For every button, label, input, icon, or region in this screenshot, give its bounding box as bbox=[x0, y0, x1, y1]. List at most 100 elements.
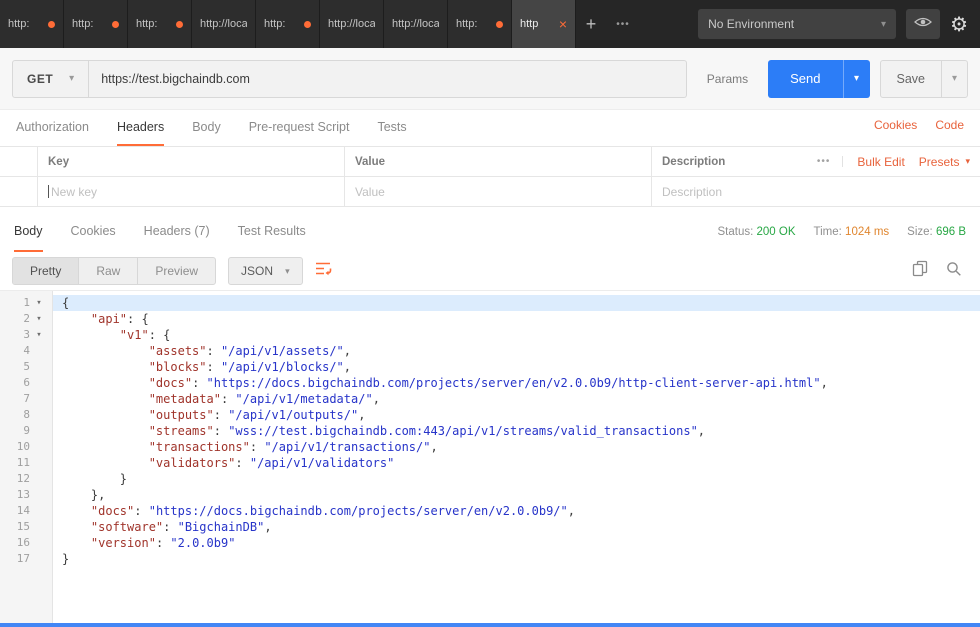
code-line[interactable]: 4 "assets": "/api/v1/assets/", bbox=[0, 343, 980, 359]
unsaved-dot-icon bbox=[496, 20, 503, 28]
response-tab-test-results[interactable]: Test Results bbox=[238, 212, 306, 252]
status-label: Status: bbox=[717, 226, 754, 238]
time-value: 1024 ms bbox=[845, 226, 890, 238]
line-gutter: 9 bbox=[0, 423, 53, 439]
send-group: Send ▾ bbox=[768, 59, 870, 98]
send-dropdown-button[interactable]: ▾ bbox=[842, 59, 870, 98]
json-punctuation: : { bbox=[127, 312, 149, 326]
request-tab[interactable]: http: bbox=[128, 0, 192, 48]
request-tab[interactable]: http://loca bbox=[192, 0, 256, 48]
new-key-placeholder: New key bbox=[51, 184, 98, 199]
code-line[interactable]: 9 "streams": "wss://test.bigchaindb.com:… bbox=[0, 423, 980, 439]
close-tab-icon[interactable]: × bbox=[559, 17, 567, 31]
json-punctuation: : bbox=[206, 360, 221, 374]
search-button[interactable] bbox=[946, 261, 962, 282]
description-column-header-cell: Description ••• Bulk Edit Presets ▾ bbox=[652, 147, 980, 176]
code-line[interactable]: 13 }, bbox=[0, 487, 980, 503]
view-mode-pretty[interactable]: Pretty bbox=[13, 258, 80, 284]
code-line[interactable]: 7 "metadata": "/api/v1/metadata/", bbox=[0, 391, 980, 407]
json-punctuation bbox=[62, 456, 149, 470]
save-button[interactable]: Save bbox=[881, 61, 942, 97]
request-tab[interactable]: http × bbox=[512, 0, 576, 48]
response-tab-headers-7[interactable]: Headers (7) bbox=[144, 212, 210, 252]
tab-pre-request-script[interactable]: Pre-request Script bbox=[249, 110, 350, 146]
response-tab-body[interactable]: Body bbox=[14, 212, 43, 252]
settings-gear-icon[interactable]: ⚙ bbox=[950, 14, 968, 34]
method-selector[interactable]: GET ▾ bbox=[12, 59, 90, 98]
code-line[interactable]: 2 ▾ "api": { bbox=[0, 311, 980, 327]
code-line[interactable]: 10 "transactions": "/api/v1/transactions… bbox=[0, 439, 980, 455]
fold-caret-icon[interactable]: ▾ bbox=[30, 327, 48, 343]
request-tab[interactable]: http: bbox=[448, 0, 512, 48]
code-line[interactable]: 15 "software": "BigchainDB", bbox=[0, 519, 980, 535]
line-number: 6 bbox=[23, 376, 30, 389]
size-label: Size: bbox=[907, 226, 933, 238]
json-punctuation: : bbox=[155, 536, 171, 550]
request-tab[interactable]: http: bbox=[256, 0, 320, 48]
line-number: 12 bbox=[16, 472, 30, 485]
code-line[interactable]: 16 "version": "2.0.0b9" bbox=[0, 535, 980, 551]
environment-selector[interactable]: No Environment ▾ bbox=[698, 9, 897, 39]
code-line[interactable]: 17} bbox=[0, 551, 980, 567]
response-tab-cookies[interactable]: Cookies bbox=[71, 212, 116, 252]
more-options-icon[interactable]: ••• bbox=[817, 156, 844, 167]
new-key-input[interactable]: New key bbox=[38, 177, 345, 206]
fold-caret-icon[interactable]: ▾ bbox=[30, 295, 48, 311]
tab-body[interactable]: Body bbox=[192, 110, 221, 146]
code-line[interactable]: 8 "outputs": "/api/v1/outputs/", bbox=[0, 407, 980, 423]
code-link[interactable]: Code bbox=[935, 118, 964, 132]
method-label: GET bbox=[27, 71, 54, 86]
json-punctuation bbox=[62, 536, 91, 550]
code-line[interactable]: 1 ▾ { bbox=[0, 295, 980, 311]
request-tab[interactable]: http: bbox=[64, 0, 128, 48]
cookies-link[interactable]: Cookies bbox=[874, 118, 917, 132]
json-punctuation: , bbox=[820, 376, 828, 390]
code-line[interactable]: 12 } bbox=[0, 471, 980, 487]
value-column-header: Value bbox=[345, 147, 652, 176]
url-input[interactable]: https://test.bigchaindb.com bbox=[89, 59, 687, 98]
request-tab[interactable]: http://loca bbox=[384, 0, 448, 48]
tab-authorization[interactable]: Authorization bbox=[16, 110, 89, 146]
code-line[interactable]: 14 "docs": "https://docs.bigchaindb.com/… bbox=[0, 503, 980, 519]
line-number: 15 bbox=[16, 520, 30, 533]
json-key: "docs" bbox=[148, 376, 193, 390]
params-button[interactable]: Params bbox=[687, 60, 768, 98]
format-selector[interactable]: JSON ▾ bbox=[228, 257, 303, 285]
new-tab-button[interactable]: + bbox=[576, 14, 606, 35]
code-line[interactable]: 11 "validators": "/api/v1/validators" bbox=[0, 455, 980, 471]
request-tab[interactable]: http://loca bbox=[320, 0, 384, 48]
json-punctuation bbox=[62, 408, 149, 422]
code-line[interactable]: 6 "docs": "https://docs.bigchaindb.com/p… bbox=[0, 375, 980, 391]
view-mode-preview[interactable]: Preview bbox=[138, 258, 215, 284]
json-punctuation: : bbox=[192, 376, 207, 390]
bulk-edit-button[interactable]: Bulk Edit bbox=[857, 155, 904, 169]
environment-label: No Environment bbox=[708, 17, 795, 31]
wrap-lines-button[interactable] bbox=[315, 261, 333, 281]
value-input[interactable]: Value bbox=[345, 177, 652, 206]
copy-button[interactable] bbox=[912, 260, 928, 282]
more-tabs-button[interactable]: ••• bbox=[606, 19, 640, 30]
code-line[interactable]: 5 "blocks": "/api/v1/blocks/", bbox=[0, 359, 980, 375]
response-body-editor[interactable]: 1 ▾{2 ▾ "api": {3 ▾ "v1": {4 "assets": "/ap… bbox=[0, 290, 980, 623]
json-punctuation: : bbox=[206, 344, 221, 358]
code-line[interactable]: 3 ▾ "v1": { bbox=[0, 327, 980, 343]
presets-button[interactable]: Presets ▾ bbox=[919, 155, 970, 169]
json-punctuation: : bbox=[134, 504, 149, 518]
request-tab[interactable]: http: bbox=[0, 0, 64, 48]
tab-tests[interactable]: Tests bbox=[377, 110, 406, 146]
view-mode-raw[interactable]: Raw bbox=[79, 258, 139, 284]
send-button[interactable]: Send bbox=[768, 59, 843, 98]
fold-caret-icon[interactable]: ▾ bbox=[30, 311, 48, 327]
environment-quick-look-button[interactable] bbox=[906, 9, 941, 39]
line-number: 3 bbox=[23, 328, 30, 341]
json-string: "/api/v1/assets/" bbox=[220, 344, 344, 358]
line-gutter: 6 bbox=[0, 375, 53, 391]
tab-headers[interactable]: Headers bbox=[116, 110, 165, 146]
description-input[interactable]: Description bbox=[652, 177, 980, 206]
code-text: "transactions": "/api/v1/transactions/", bbox=[53, 439, 980, 455]
wrap-lines-icon bbox=[315, 261, 333, 281]
request-tab-label: http: bbox=[136, 18, 158, 30]
status-badge: Status: 200 OK bbox=[718, 226, 796, 238]
save-dropdown-button[interactable]: ▾ bbox=[941, 60, 967, 97]
